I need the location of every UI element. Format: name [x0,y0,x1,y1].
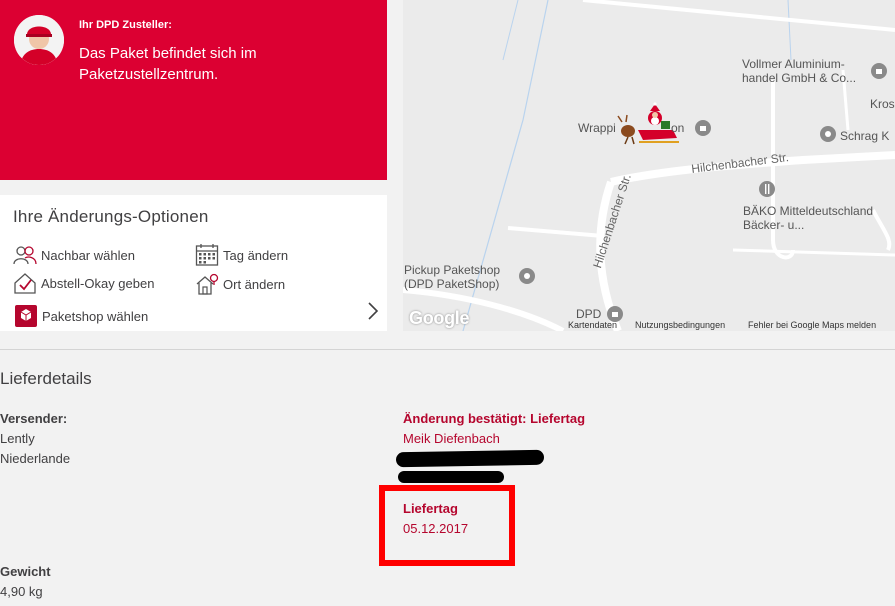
sender-label: Versender: [0,411,68,426]
map-label-vollmer: Vollmer Aluminium- handel GmbH & Co... [742,57,857,85]
courier-panel: Ihr DPD Zusteller: Das Paket befindet si… [0,0,387,180]
option-label: Abstell-Okay geben [41,275,155,291]
delivery-status-text: Das Paket befindet sich im Paketzustellz… [79,45,257,83]
weight-value: 4,90 kg [0,584,43,599]
change-options-panel: Ihre Änderungs-Optionen Nachbar wählen T… [0,195,387,331]
map-label-dpd: DPD [576,307,602,321]
parcelshop-icon [15,305,37,327]
weight-label: Gewicht [0,564,51,579]
redacted-address-line [398,471,504,483]
option-choose-parcelshop[interactable]: Paketshop wählen [14,304,148,328]
change-confirmed-label: Änderung bestätigt: Liefertag [403,411,586,426]
map-label-wrappi: Wrappi [578,121,616,135]
section-divider [0,349,895,350]
map-data-link[interactable]: Kartendaten [568,320,617,330]
neighbors-icon [13,246,37,265]
map[interactable]: Vollmer Aluminium- handel GmbH & Co... K… [403,0,895,331]
google-logo: Google [409,308,470,328]
sender-country: Niederlande [0,451,71,466]
map-label-kros: Kros [870,97,895,111]
courier-avatar [14,15,64,65]
option-label: Tag ändern [223,247,289,263]
chevron-right-icon[interactable] [367,301,379,321]
option-label: Nachbar wählen [41,247,135,263]
redacted-address-line [395,449,545,468]
map-label-schrag: Schrag K [840,129,890,143]
option-label: Ort ändern [223,276,286,292]
option-change-day[interactable]: Tag ändern [195,243,288,267]
sender-name: Lently [0,431,35,446]
house-icon [196,273,219,295]
option-change-location[interactable]: Ort ändern [195,273,285,295]
option-label: Paketshop wählen [42,308,149,324]
map-report-error-link[interactable]: Fehler bei Google Maps melden [748,320,876,330]
map-terms-link[interactable]: Nutzungsbedingungen [635,320,725,330]
calendar-icon [195,244,219,266]
option-choose-neighbor[interactable]: Nachbar wählen [13,245,135,265]
drop-off-icon [14,273,36,294]
map-label-pickup: Pickup Paketshop (DPD PaketShop) [404,263,501,291]
recipient-name: Meik Diefenbach [403,431,500,446]
map-label-wrappi-end: on [671,121,685,135]
highlight-annotation [379,485,515,566]
change-options-title: Ihre Änderungs-Optionen [13,207,209,226]
courier-heading: Ihr DPD Zusteller: [79,19,172,31]
delivery-details-title: Lieferdetails [0,369,92,388]
map-label-baeko: BÄKO Mitteldeutschland Bäcker- u... [743,204,874,232]
option-drop-off-permission[interactable]: Abstell-Okay geben [13,271,154,295]
